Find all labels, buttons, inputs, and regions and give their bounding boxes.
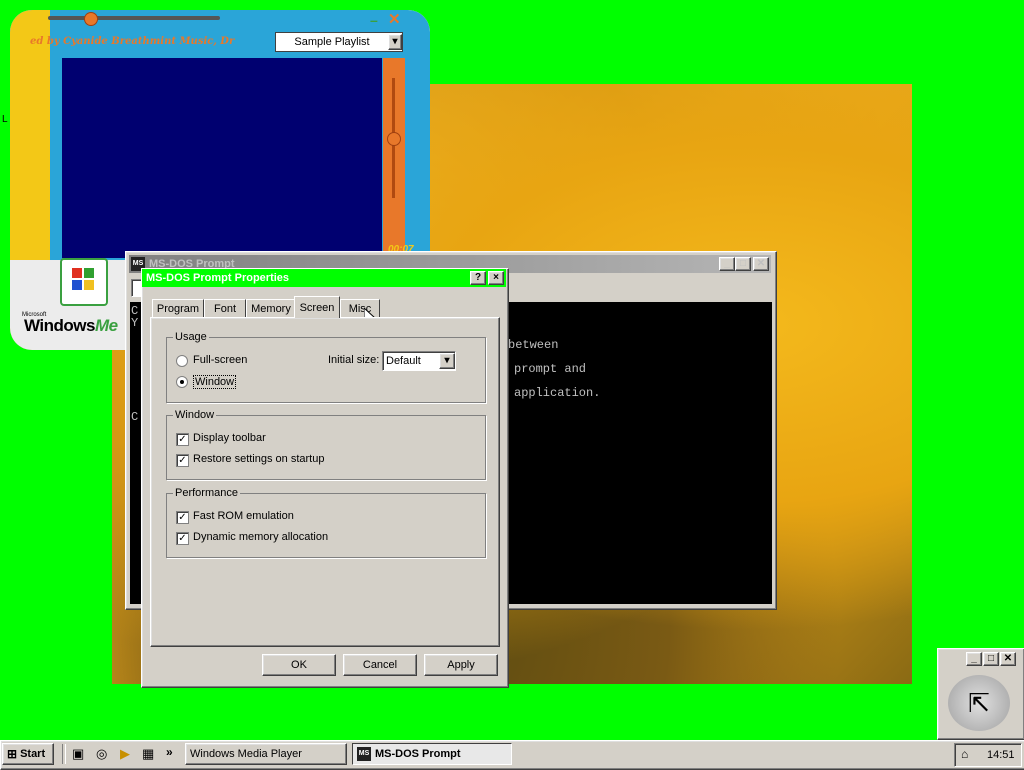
network-icon[interactable]: ⌂ [961, 747, 968, 761]
start-button[interactable]: ⊞ Start [2, 743, 54, 765]
windows-flag-logo [60, 258, 108, 306]
tab-screen[interactable]: Screen [294, 296, 340, 318]
restore-settings-label[interactable]: Restore settings on startup [193, 453, 324, 465]
video-display[interactable] [62, 58, 382, 258]
close-icon[interactable]: ✕ [753, 257, 769, 271]
initial-size-label: Initial size: [328, 354, 380, 366]
window-label[interactable]: Window [193, 375, 237, 389]
help-button[interactable]: ? [470, 271, 486, 285]
cancel-button[interactable]: Cancel [343, 654, 417, 676]
task-msdos-label: MS-DOS Prompt [375, 748, 461, 760]
dynamic-memory-checkbox[interactable]: ✓ [176, 532, 189, 545]
minimized-window-controls: _ □ ✕ [966, 652, 1016, 666]
chevron-down-icon[interactable]: ▾ [439, 353, 455, 369]
flag-yellow [84, 280, 94, 290]
display-toolbar-checkbox[interactable]: ✓ [176, 433, 189, 446]
usage-group: Usage Full-screen Window Initial size: D… [166, 331, 486, 403]
window-radio[interactable] [176, 376, 188, 388]
flag-blue [72, 280, 82, 290]
system-tray: ⌂ 14:51 [954, 743, 1022, 767]
initial-size-value: Default [386, 355, 421, 367]
close-button[interactable]: × [488, 271, 504, 285]
windows-logo-icon: ⊞ [7, 747, 18, 761]
internet-explorer-icon[interactable]: ◎ [96, 746, 107, 762]
window-group-label: Window [173, 409, 217, 421]
maximize-icon[interactable]: □ [983, 652, 999, 666]
dialog-titlebar[interactable]: MS-DOS Prompt Properties ? × [142, 269, 506, 287]
clock[interactable]: 14:51 [987, 749, 1015, 761]
flag-red [72, 268, 82, 278]
media-credit-text: ed by Cyanide Breathmint Music, Dr [30, 36, 235, 47]
playlist-selected-value: Sample Playlist [294, 36, 370, 48]
playlist-select[interactable]: Sample Playlist ▾ [275, 32, 403, 52]
terminal-line: prompt and [514, 362, 587, 376]
quicklaunch-chevron-icon[interactable]: » [166, 745, 173, 759]
apply-button[interactable]: Apply [424, 654, 498, 676]
fast-rom-label[interactable]: Fast ROM emulation [193, 510, 294, 522]
windows-me-logo: WindowsMe [24, 316, 118, 336]
desktop-icon-label-fragment: L [2, 114, 8, 125]
task-msdos-prompt[interactable]: MS MS-DOS Prompt [352, 743, 512, 765]
dialog-title: MS-DOS Prompt Properties [146, 272, 290, 284]
display-toolbar-label[interactable]: Display toolbar [193, 432, 266, 444]
maximize-icon[interactable]: □ [735, 257, 751, 271]
tab-program[interactable]: Program [152, 299, 204, 317]
minimize-icon[interactable]: _ [966, 652, 982, 666]
task-windows-media-player[interactable]: Windows Media Player [185, 743, 347, 765]
logo-windows-text: Windows [24, 316, 95, 335]
chevron-down-icon[interactable]: ▾ [388, 34, 402, 50]
restore-arrow-icon[interactable]: ⇱ [948, 675, 1010, 731]
fullscreen-radio[interactable] [176, 355, 188, 367]
fullscreen-label[interactable]: Full-screen [193, 354, 247, 366]
volume-panel [383, 58, 405, 258]
tab-panel-screen: Usage Full-screen Window Initial size: D… [150, 317, 500, 647]
initial-size-select[interactable]: Default ▾ [382, 351, 456, 371]
start-label: Start [20, 748, 46, 760]
terminal-line: C [131, 410, 139, 424]
usage-group-label: Usage [173, 331, 209, 343]
volume-thumb[interactable] [387, 132, 401, 146]
minimized-window[interactable]: _ □ ✕ ⇱ [937, 648, 1024, 740]
window-group: Window ✓ Display toolbar ✓ Restore setti… [166, 409, 486, 480]
msdos-icon: MS [357, 747, 371, 761]
minimize-icon[interactable]: – [370, 12, 378, 28]
flag-green [84, 268, 94, 278]
tab-memory[interactable]: Memory [246, 299, 296, 317]
fast-rom-checkbox[interactable]: ✓ [176, 511, 189, 524]
media-player-quicklaunch-icon[interactable]: ▶ [120, 746, 130, 762]
restore-settings-checkbox[interactable]: ✓ [176, 454, 189, 467]
show-desktop-icon[interactable]: ▣ [72, 746, 84, 762]
taskbar-divider [62, 744, 66, 764]
close-icon[interactable]: ✕ [1000, 652, 1016, 666]
performance-group: Performance ✓ Fast ROM emulation ✓ Dynam… [166, 487, 486, 558]
tab-font[interactable]: Font [204, 299, 246, 317]
seek-thumb[interactable] [84, 12, 98, 26]
close-icon[interactable]: ✕ [388, 10, 401, 28]
dynamic-memory-label[interactable]: Dynamic memory allocation [193, 531, 328, 543]
performance-group-label: Performance [173, 487, 240, 499]
logo-me-text: Me [94, 316, 118, 335]
ok-button[interactable]: OK [262, 654, 336, 676]
terminal-line: Y [131, 316, 139, 330]
outlook-express-icon[interactable]: ▦ [142, 746, 154, 762]
terminal-line: between [508, 338, 559, 352]
terminal-line: application. [514, 386, 601, 400]
minimize-icon[interactable]: _ [719, 257, 735, 271]
seek-track[interactable] [48, 16, 220, 20]
properties-dialog[interactable]: MS-DOS Prompt Properties ? × Program Fon… [141, 268, 509, 688]
